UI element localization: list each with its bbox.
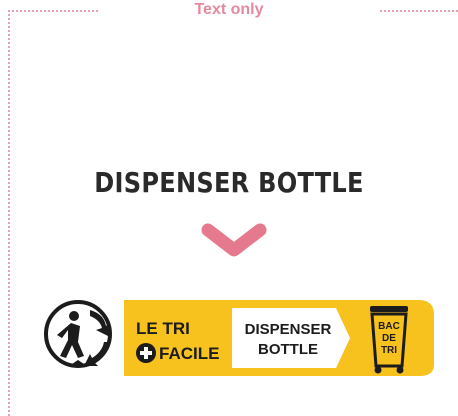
facile-label: FACILE xyxy=(159,344,219,363)
bin-line1: BAC xyxy=(378,321,400,332)
bin-line2: DE xyxy=(382,333,396,344)
le-tri-label: LE TRI xyxy=(136,319,190,338)
triman-product-line2: BOTTLE xyxy=(258,341,318,358)
section-title: Text only xyxy=(194,1,264,18)
triman-person-arrows-icon xyxy=(44,300,112,368)
product-arrow-panel xyxy=(232,308,350,368)
triman-logo: LE TRI FACILE DISPENSER BOTTLE BAC DE TR… xyxy=(44,300,434,376)
triman-product-line1: DISPENSER xyxy=(245,321,332,338)
chevron-down-icon xyxy=(201,223,267,257)
frame-border-left xyxy=(8,10,10,416)
plus-circle-icon xyxy=(136,343,156,363)
product-headline: DISPENSER BOTTLE xyxy=(94,166,364,199)
bin-line3: TRI xyxy=(381,345,397,356)
